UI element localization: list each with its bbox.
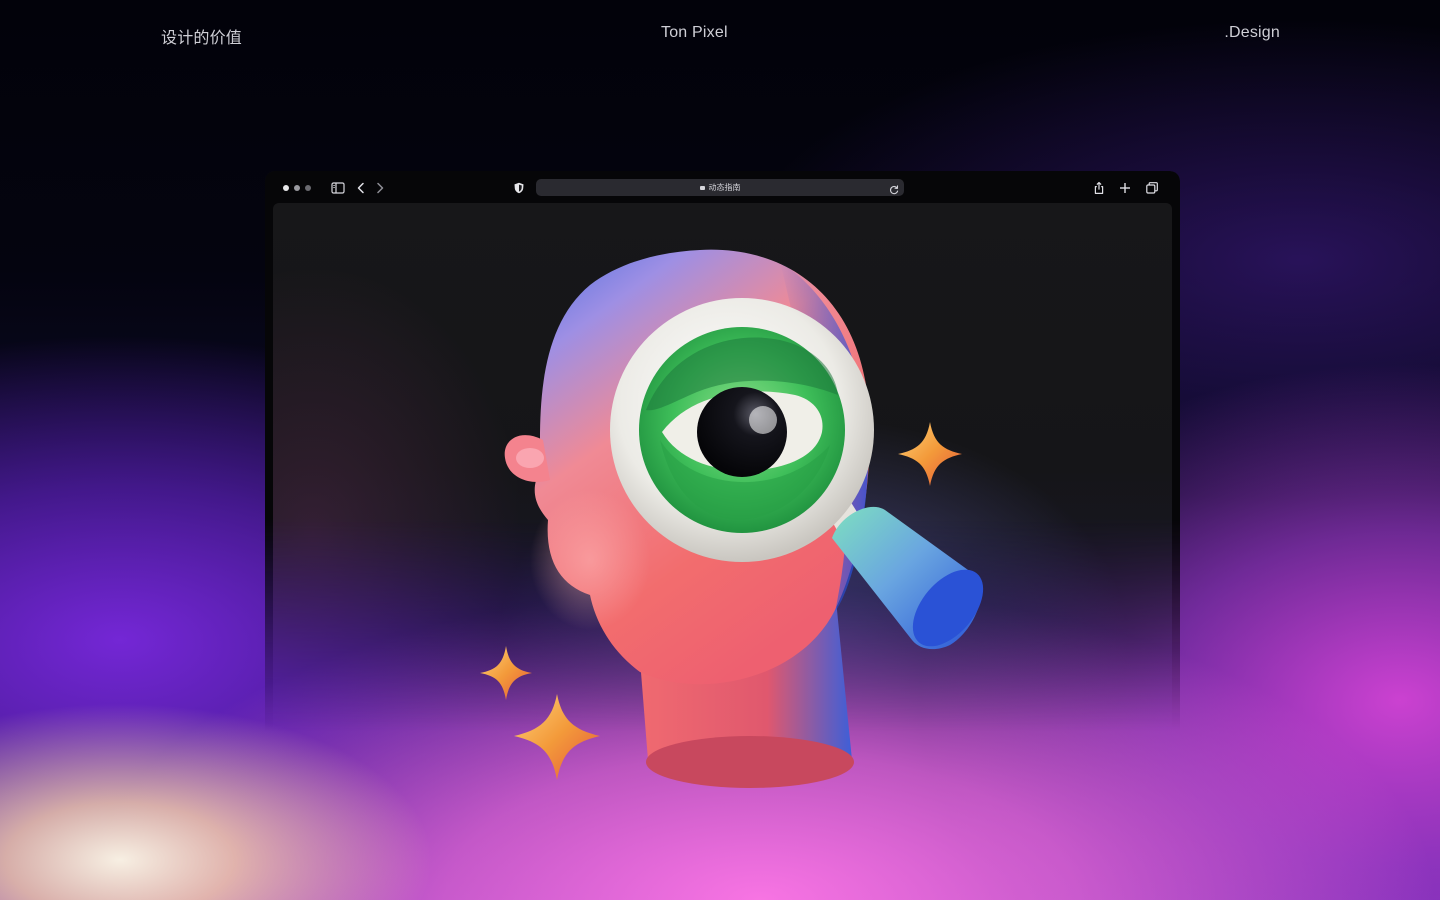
back-icon[interactable] (354, 180, 368, 194)
reload-icon[interactable] (888, 181, 900, 195)
browser-toolbar: 动态指南 (265, 171, 1180, 203)
address-bar-text: 动态指南 (708, 183, 741, 192)
lock-icon (699, 186, 705, 190)
brand-name[interactable]: Ton Pixel (661, 24, 728, 42)
share-icon[interactable] (1092, 180, 1106, 194)
new-tab-icon[interactable] (1118, 180, 1132, 194)
window-zoom-dot[interactable] (305, 185, 311, 191)
sidebar-icon[interactable] (331, 180, 345, 194)
top-nav: 设计的价值 Ton Pixel .Design (0, 24, 1440, 48)
browser-viewport (273, 203, 1172, 731)
nav-link-design[interactable]: .Design (1224, 24, 1280, 42)
forward-icon[interactable] (373, 180, 387, 194)
address-bar[interactable]: 动态指南 (536, 179, 904, 196)
tab-overview-icon[interactable] (1145, 180, 1159, 194)
nav-link-design-value[interactable]: 设计的价值 (161, 24, 242, 48)
window-close-dot[interactable] (283, 185, 289, 191)
window-minimize-dot[interactable] (294, 185, 300, 191)
browser-window: 动态指南 (265, 171, 1180, 731)
canvas: 设计的价值 Ton Pixel .Design 动态指南 (0, 0, 1440, 900)
privacy-shield-icon[interactable] (512, 180, 526, 194)
